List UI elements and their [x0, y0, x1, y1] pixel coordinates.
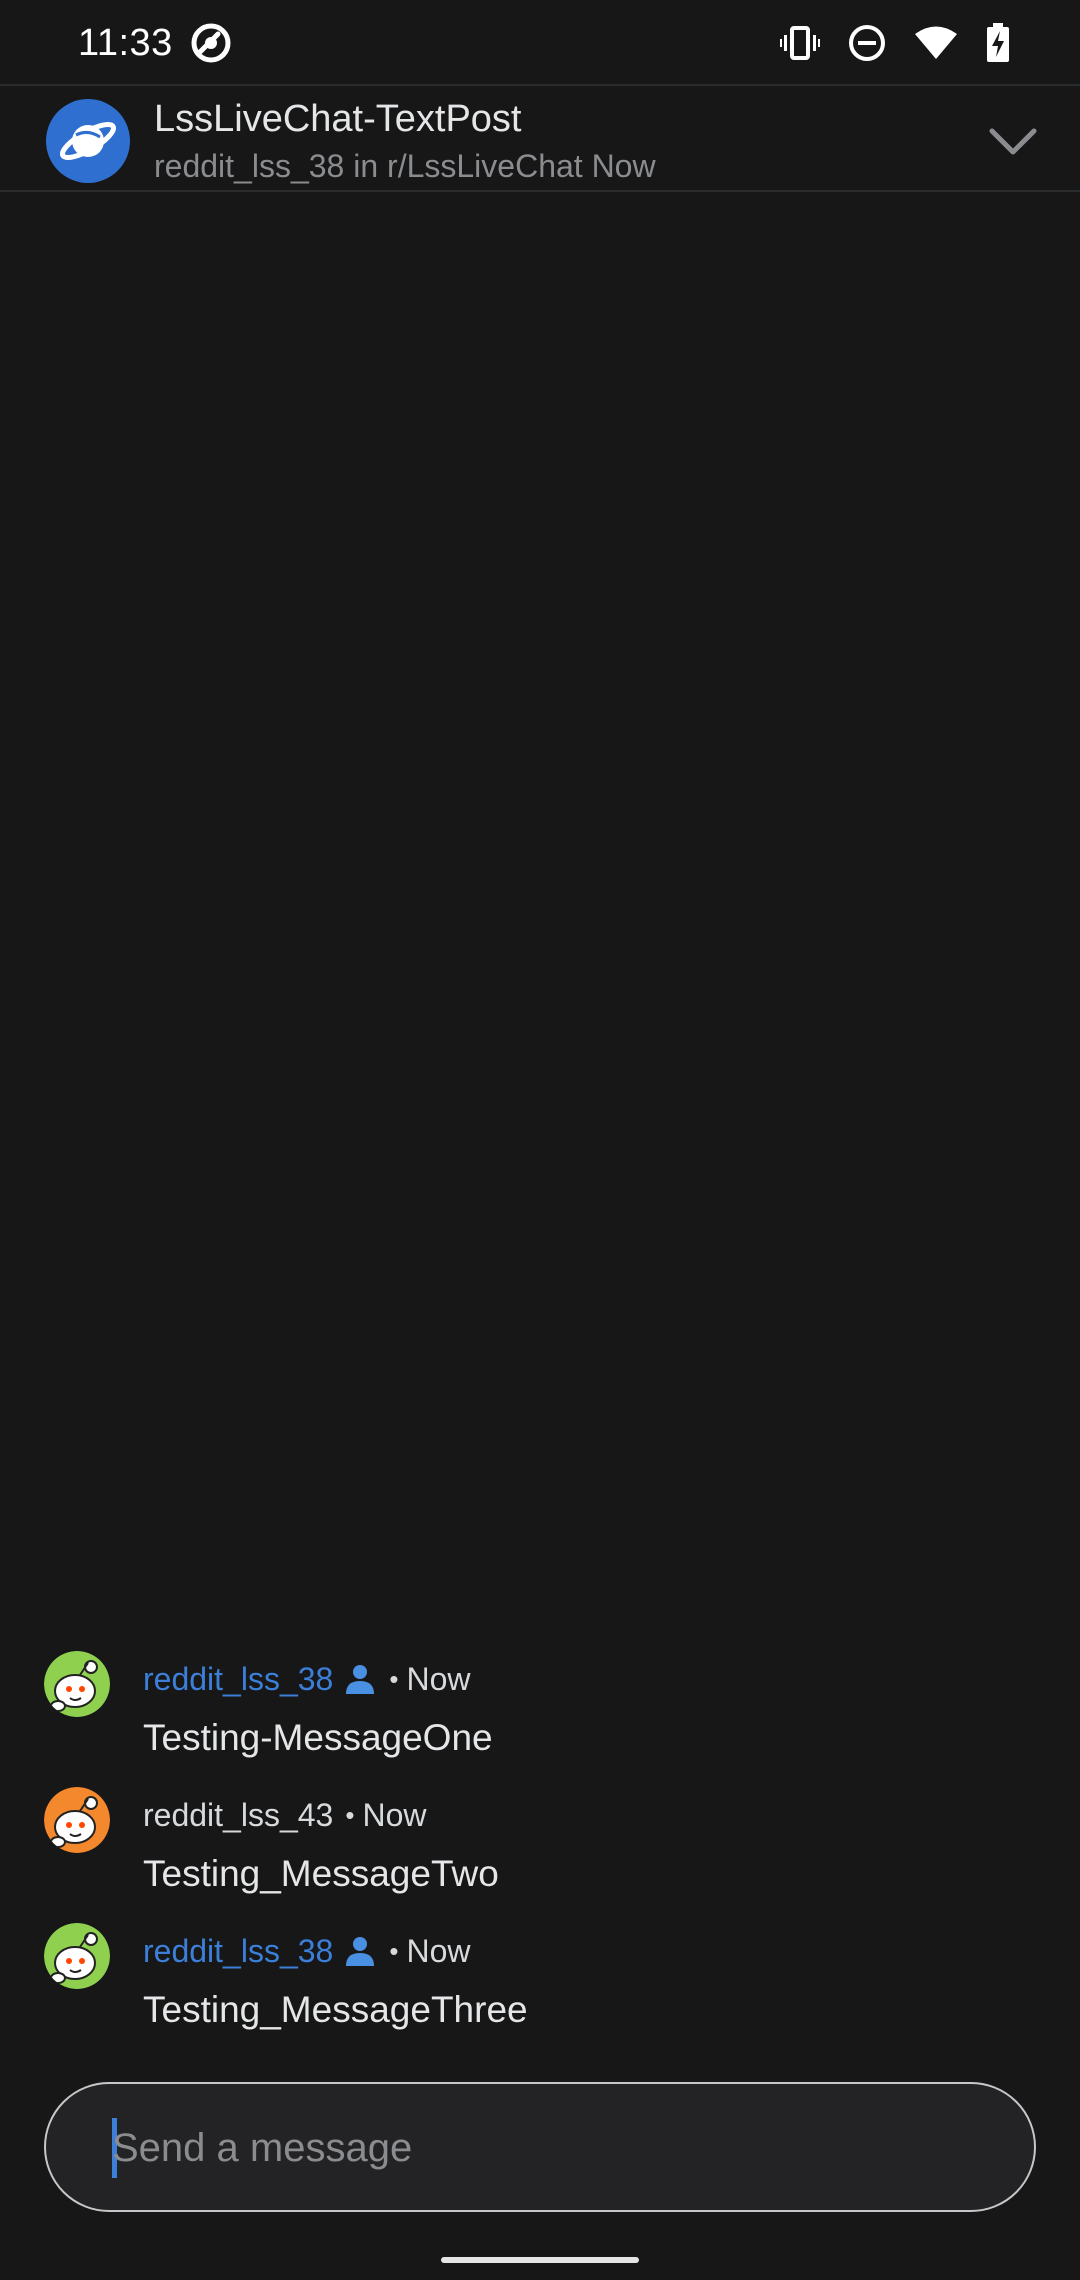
do-not-disturb-icon: [849, 25, 885, 61]
snoo-avatar-icon: [44, 1923, 110, 1989]
meta-separator: •: [389, 1935, 399, 1966]
op-user-icon: [346, 1665, 375, 1694]
message-meta: reddit_lss_38 • Now: [143, 1931, 470, 1971]
gesture-navigation-bar[interactable]: [441, 2257, 639, 2263]
message-author[interactable]: reddit_lss_43: [143, 1797, 333, 1834]
status-icons: [780, 20, 1010, 66]
status-time: 11:33: [78, 22, 173, 64]
message-time: Now: [406, 1932, 471, 1969]
chevron-down-icon[interactable]: [986, 114, 1040, 168]
chat-message[interactable]: reddit_lss_38 • Now Testing-MessageOne: [0, 1651, 1080, 1787]
community-avatar: [46, 99, 130, 183]
user-avatar[interactable]: [44, 1787, 110, 1853]
snoo-avatar-icon: [44, 1787, 110, 1853]
message-body: Testing_MessageThree: [143, 1989, 528, 2030]
battery-charging-icon: [987, 23, 1009, 62]
message-author[interactable]: reddit_lss_38: [143, 1933, 333, 1970]
chat-header[interactable]: LssLiveChat-TextPost reddit_lss_38 in r/…: [0, 84, 1080, 192]
user-avatar[interactable]: [44, 1651, 110, 1717]
message-input[interactable]: Send a message: [44, 2082, 1036, 2212]
meta-separator: •: [345, 1799, 355, 1830]
snoo-avatar-icon: [44, 1651, 110, 1717]
message-time: Now: [362, 1796, 427, 1833]
op-user-icon: [346, 1937, 375, 1966]
user-avatar[interactable]: [44, 1923, 110, 1989]
status-bar: 11:33: [0, 0, 1080, 84]
message-body: Testing-MessageOne: [143, 1717, 493, 1758]
planet-icon: [59, 122, 117, 160]
message-author[interactable]: reddit_lss_38: [143, 1661, 333, 1698]
post-subtitle: reddit_lss_38 in r/LssLiveChat Now: [154, 148, 656, 184]
at-sign-notification-icon: [191, 23, 231, 63]
chat-message[interactable]: reddit_lss_38 • Now Testing_MessageThree: [0, 1923, 1080, 2059]
message-meta: reddit_lss_43 • Now: [143, 1795, 426, 1835]
message-time: Now: [406, 1660, 471, 1697]
post-title: LssLiveChat-TextPost: [154, 98, 522, 140]
meta-separator: •: [389, 1663, 399, 1694]
chat-message[interactable]: reddit_lss_43 • Now Testing_MessageTwo: [0, 1787, 1080, 1923]
vibrate-icon: [780, 26, 820, 60]
wifi-icon: [915, 26, 957, 59]
message-body: Testing_MessageTwo: [143, 1853, 499, 1894]
message-input-placeholder: Send a message: [112, 2126, 413, 2170]
message-meta: reddit_lss_38 • Now: [143, 1659, 470, 1699]
